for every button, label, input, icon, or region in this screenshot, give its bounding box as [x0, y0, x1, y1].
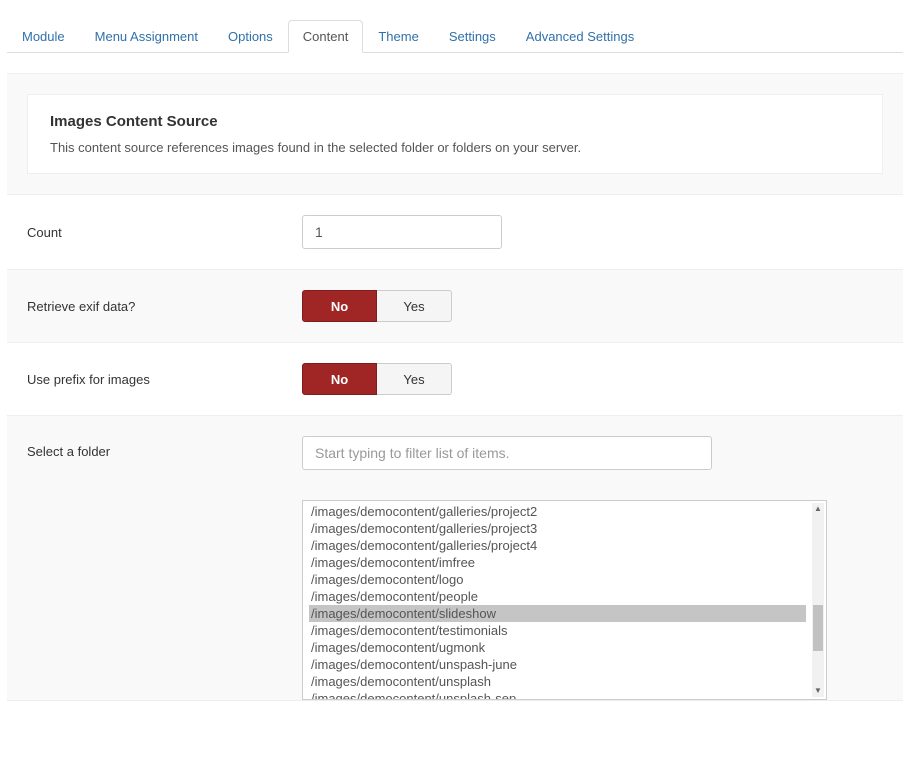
- tab-theme[interactable]: Theme: [363, 20, 433, 53]
- list-item[interactable]: /images/democontent/unspash-june: [309, 656, 806, 673]
- intro-box: Images Content Source This content sourc…: [27, 94, 883, 174]
- exif-no-button[interactable]: No: [302, 290, 377, 322]
- folder-list-container: /images/democontent/galleries/project2/i…: [302, 500, 827, 700]
- list-item[interactable]: /images/democontent/testimonials: [309, 622, 806, 639]
- tab-menu-assignment[interactable]: Menu Assignment: [80, 20, 213, 53]
- list-item[interactable]: /images/democontent/ugmonk: [309, 639, 806, 656]
- list-item[interactable]: /images/democontent/imfree: [309, 554, 806, 571]
- folder-list-scrollbar[interactable]: ▲ ▼: [812, 503, 824, 697]
- folder-list[interactable]: /images/democontent/galleries/project2/i…: [303, 501, 812, 699]
- tab-advanced-settings[interactable]: Advanced Settings: [511, 20, 649, 53]
- list-item[interactable]: /images/democontent/unsplash: [309, 673, 806, 690]
- list-item[interactable]: /images/democontent/people: [309, 588, 806, 605]
- scroll-up-icon[interactable]: ▲: [812, 503, 824, 515]
- tab-settings[interactable]: Settings: [434, 20, 511, 53]
- prefix-yes-button[interactable]: Yes: [377, 363, 452, 395]
- intro-desc: This content source references images fo…: [50, 140, 860, 155]
- folder-filter-input[interactable]: [302, 436, 712, 470]
- list-item[interactable]: /images/democontent/galleries/project2: [309, 503, 806, 520]
- list-item[interactable]: /images/democontent/logo: [309, 571, 806, 588]
- scroll-thumb[interactable]: [813, 605, 823, 651]
- exif-label: Retrieve exif data?: [27, 299, 302, 314]
- list-item[interactable]: /images/democontent/unsplash-sep: [309, 690, 806, 699]
- prefix-toggle: No Yes: [302, 363, 452, 395]
- list-item[interactable]: /images/democontent/galleries/project3: [309, 520, 806, 537]
- tab-options[interactable]: Options: [213, 20, 288, 53]
- scroll-down-icon[interactable]: ▼: [812, 685, 824, 697]
- exif-toggle: No Yes: [302, 290, 452, 322]
- tab-content[interactable]: Content: [288, 20, 364, 53]
- tab-module[interactable]: Module: [7, 20, 80, 53]
- list-item[interactable]: /images/democontent/galleries/project4: [309, 537, 806, 554]
- folder-label: Select a folder: [27, 436, 302, 459]
- tabs-bar: ModuleMenu AssignmentOptionsContentTheme…: [7, 20, 903, 53]
- exif-yes-button[interactable]: Yes: [377, 290, 452, 322]
- count-input[interactable]: [302, 215, 502, 249]
- list-item[interactable]: /images/democontent/slideshow: [309, 605, 806, 622]
- prefix-no-button[interactable]: No: [302, 363, 377, 395]
- prefix-label: Use prefix for images: [27, 372, 302, 387]
- intro-title: Images Content Source: [50, 113, 860, 130]
- count-label: Count: [27, 225, 302, 240]
